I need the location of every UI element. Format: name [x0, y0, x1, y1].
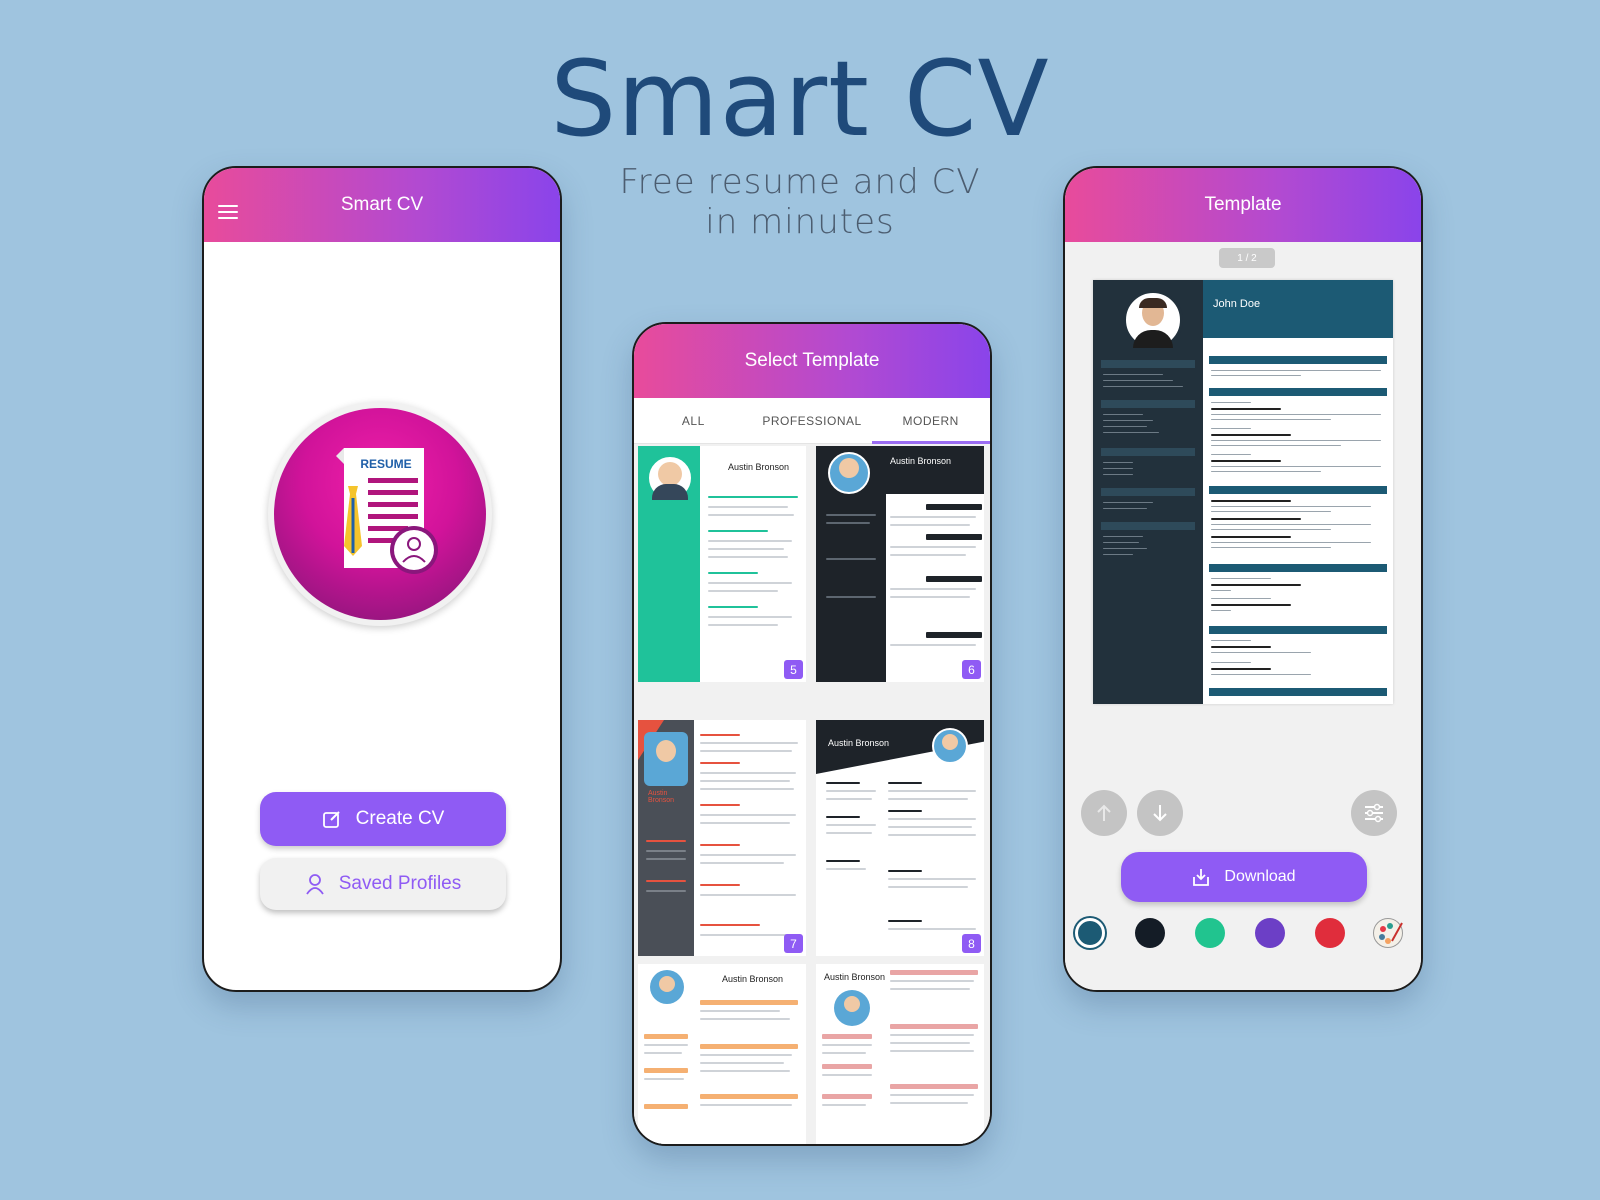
create-cv-button[interactable]: Create CV	[260, 792, 506, 846]
template-number-badge: 6	[962, 660, 981, 679]
template-card[interactable]: Austin Bronson 6	[816, 446, 984, 682]
template-name: Austin Bronson	[648, 790, 675, 804]
template-screen-title: Template	[1204, 194, 1282, 215]
hamburger-menu-icon[interactable]	[218, 205, 238, 219]
logo-text: RESUME	[360, 457, 411, 471]
palette-icon[interactable]	[1373, 918, 1403, 948]
select-template-title: Select Template	[744, 350, 880, 371]
download-icon	[1193, 869, 1210, 886]
template-number-badge: 7	[784, 934, 803, 953]
template-name: Austin Bronson	[890, 456, 952, 466]
color-swatch-green[interactable]	[1195, 918, 1225, 948]
template-name: Austin Bronson	[728, 462, 790, 472]
color-swatch-purple[interactable]	[1255, 918, 1285, 948]
saved-profiles-label: Saved Profiles	[338, 873, 462, 894]
color-swatch-teal[interactable]	[1075, 918, 1105, 948]
hero-subtitle-line1: Free resume and CV	[619, 162, 981, 202]
resume-logo-icon: RESUME	[274, 408, 486, 620]
template-number-badge: 8	[962, 934, 981, 953]
settings-button[interactable]	[1351, 790, 1397, 836]
hero-title: Smart CV	[550, 38, 1050, 160]
arrow-down-icon	[1153, 805, 1167, 822]
template-card[interactable]: Austin Bronson 7	[638, 720, 806, 956]
template-app-bar: Template	[1065, 168, 1421, 242]
tab-all[interactable]: ALL	[634, 398, 753, 443]
download-button[interactable]: Download	[1121, 852, 1367, 902]
tab-modern[interactable]: MODERN	[871, 398, 990, 443]
select-template-app-bar: Select Template	[634, 324, 990, 398]
resume-preview[interactable]: John Doe	[1093, 280, 1393, 704]
page-indicator: 1 / 2	[1219, 248, 1275, 268]
user-icon	[305, 874, 324, 895]
template-name: Austin Bronson	[828, 738, 890, 748]
template-preview-phone: Template 1 / 2 John Doe Download	[1063, 166, 1423, 992]
create-cv-label: Create CV	[355, 808, 445, 829]
download-label: Download	[1224, 868, 1296, 885]
template-number-badge: 5	[784, 660, 803, 679]
template-card[interactable]: Austin Bronson 5	[638, 446, 806, 682]
home-app-bar: Smart CV	[204, 168, 560, 242]
edit-icon	[322, 811, 340, 828]
hero-subtitle: Free resume and CV in minutes	[560, 162, 1040, 242]
template-name: Austin Bronson	[824, 972, 886, 982]
move-down-button[interactable]	[1137, 790, 1183, 836]
template-tabs: ALL PROFESSIONAL MODERN	[634, 398, 990, 444]
saved-profiles-button[interactable]: Saved Profiles	[260, 858, 506, 910]
template-grid: Austin Bronson 5 Austin Bronson 6 Austin…	[634, 444, 990, 1144]
template-card[interactable]: Austin Bronson	[638, 964, 806, 1144]
app-logo: RESUME	[268, 402, 492, 626]
move-up-button[interactable]	[1081, 790, 1127, 836]
home-screen-phone: Smart CV RESUME Create CV Saved Profiles	[202, 166, 562, 992]
template-card[interactable]: Austin Bronson 8	[816, 720, 984, 956]
preview-name: John Doe	[1213, 298, 1261, 310]
hero-subtitle-line2: in minutes	[705, 202, 895, 242]
app-title: Smart CV	[340, 194, 424, 215]
color-swatch-navy[interactable]	[1135, 918, 1165, 948]
arrow-up-icon	[1097, 804, 1111, 821]
template-card[interactable]: Austin Bronson	[816, 964, 984, 1144]
color-swatch-red[interactable]	[1315, 918, 1345, 948]
tab-professional[interactable]: PROFESSIONAL	[753, 398, 872, 443]
sliders-icon	[1365, 803, 1383, 823]
select-template-phone: Select Template ALL PROFESSIONAL MODERN …	[632, 322, 992, 1146]
template-name: Austin Bronson	[722, 974, 784, 984]
